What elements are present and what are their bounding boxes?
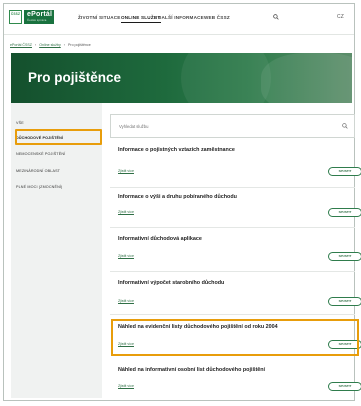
sidebar-item-nemocenske-pojisteni[interactable]: NEMOCENSKÉ POJIŠTĚNÍ — [16, 152, 65, 156]
start-button[interactable]: SPUSTIT — [328, 297, 361, 306]
service-card: Náhled na informativní osobní list důcho… — [110, 367, 361, 397]
breadcrumb-item-online-sluzby[interactable]: Online služby — [39, 43, 61, 47]
breadcrumb-separator: › — [63, 43, 65, 47]
breadcrumb-item-current: Pro pojištěnce — [67, 43, 91, 47]
sidebar — [11, 103, 102, 398]
nav-zivotni-situace[interactable]: ŽIVOTNÍ SITUACE — [78, 15, 121, 20]
breadcrumb: ePortál ČSSZ › Online služby › Pro pojiš… — [10, 43, 91, 47]
search-input[interactable] — [117, 115, 341, 138]
hero-banner: Pro pojištěnce — [11, 53, 352, 103]
start-button[interactable]: SPUSTIT — [328, 167, 361, 176]
more-info-link[interactable]: Zjistit více — [118, 210, 134, 214]
service-title[interactable]: Informativní výpočet starobního důchodu — [118, 280, 348, 286]
page-title: Pro pojištěnce — [28, 70, 122, 85]
service-card: Informace o pojistných vztazích zaměstna… — [110, 147, 361, 188]
search-icon[interactable] — [342, 123, 348, 129]
start-button[interactable]: SPUSTIT — [328, 208, 361, 217]
more-info-link[interactable]: Zjistit více — [118, 254, 134, 258]
service-title[interactable]: Informace o pojistných vztazích zaměstna… — [118, 147, 348, 153]
start-button[interactable]: SPUSTIT — [328, 252, 361, 261]
sidebar-item-plne-moci[interactable]: PLNÉ MOCI (ZMOCNĚNÍ) — [16, 185, 62, 189]
sidebar-item-mezinarodni-oblast[interactable]: MEZINÁRODNÍ OBLAST — [16, 169, 60, 173]
service-search — [110, 114, 355, 138]
service-card: Informativní výpočet starobního důchodu … — [110, 280, 361, 315]
card-highlight — [111, 319, 359, 356]
hero-decoration — [261, 53, 352, 103]
service-title[interactable]: Informativní důchodová aplikace — [118, 236, 348, 242]
more-info-link[interactable]: Zjistit více — [118, 384, 134, 388]
eportal-logo[interactable]: ePortál Česká správa — [24, 10, 54, 24]
more-info-link[interactable]: Zjistit více — [118, 299, 134, 303]
search-icon[interactable] — [273, 14, 279, 20]
more-info-link[interactable]: Zjistit více — [118, 169, 134, 173]
service-title[interactable]: Informace o výši a druhu pobíraného důch… — [118, 194, 348, 200]
language-switch[interactable]: CZ — [337, 14, 344, 20]
start-button[interactable]: SPUSTIT — [328, 382, 361, 391]
top-navigation: ČSSZ ePortál Česká správa ŽIVOTNÍ SITUAC… — [4, 4, 354, 35]
sidebar-highlight — [15, 129, 102, 145]
cssz-logo-icon[interactable]: ČSSZ — [9, 10, 22, 24]
breadcrumb-item-eportal[interactable]: ePortál ČSSZ — [10, 43, 32, 47]
service-title[interactable]: Náhled na informativní osobní list důcho… — [118, 367, 348, 373]
hero-decoration — [181, 53, 271, 103]
nav-web-cssz[interactable]: WEB ČSSZ — [204, 15, 230, 20]
nav-dalsi-informace[interactable]: DALŠÍ INFORMACE — [158, 15, 204, 20]
breadcrumb-separator: › — [34, 43, 37, 47]
nav-online-sluzby[interactable]: ONLINE SLUŽBY — [121, 15, 161, 23]
service-card: Informativní důchodová aplikace Zjistit … — [110, 236, 361, 272]
eportal-logo-subtext: Česká správa — [27, 18, 47, 22]
service-card: Informace o výši a druhu pobíraného důch… — [110, 194, 361, 228]
sidebar-item-vse[interactable]: VŠE — [16, 121, 24, 125]
